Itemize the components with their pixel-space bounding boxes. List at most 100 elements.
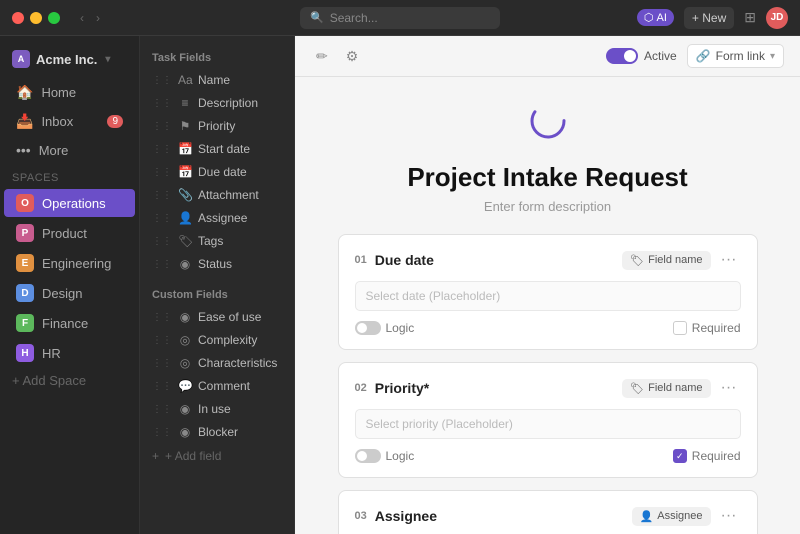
required-check-2[interactable]: ✓ Required — [673, 449, 741, 463]
field-placeholder-2[interactable]: Select priority (Placeholder) — [355, 409, 741, 439]
inbox-badge: 9 — [107, 115, 123, 128]
sidebar-item-hr[interactable]: H HR — [4, 339, 135, 367]
field-comment[interactable]: ⋮⋮ 💬 Comment — [144, 375, 290, 397]
settings-button[interactable]: ⚙ — [341, 45, 364, 68]
form-field-card-3: 03 Assignee 👤 Assignee ··· — [338, 490, 758, 534]
ai-badge: ⬡ AI — [637, 9, 674, 26]
field-ease-of-use[interactable]: ⋮⋮ ◉ Ease of use — [144, 306, 290, 328]
characteristics-icon: ◎ — [178, 356, 192, 370]
spaces-label: Spaces — [0, 164, 139, 188]
content-area: ✏ ⚙ Active 🔗 Form link ▾ — [295, 36, 800, 534]
logic-track-2[interactable] — [355, 449, 381, 463]
task-fields-title: Task Fields — [140, 46, 294, 68]
sidebar-item-operations[interactable]: O Operations — [4, 189, 135, 217]
chevron-down-icon: ▾ — [770, 51, 775, 62]
brand-chevron: ▾ — [105, 54, 110, 65]
required-label-1: Required — [692, 321, 741, 335]
fullscreen-button[interactable] — [48, 12, 60, 24]
logic-toggle-1[interactable]: Logic — [355, 321, 673, 335]
field-tags[interactable]: ⋮⋮ 🏷 Tags — [144, 230, 290, 252]
field-ease-of-use-label: Ease of use — [198, 310, 261, 324]
product-label: Product — [42, 226, 87, 241]
field-priority-label: Priority — [198, 119, 235, 133]
drag-handle: ⋮⋮ — [152, 381, 172, 392]
field-number-3: 03 — [355, 510, 367, 522]
field-assignee[interactable]: ⋮⋮ 👤 Assignee — [144, 207, 290, 229]
main-layout: A Acme Inc. ▾ 🏠 Home 📥 Inbox 9 ••• More … — [0, 36, 800, 534]
field-name-btn-2[interactable]: 🏷 Field name — [622, 379, 710, 398]
field-in-use[interactable]: ⋮⋮ ◉ In use — [144, 398, 290, 420]
sidebar-item-engineering[interactable]: E Engineering — [4, 249, 135, 277]
sidebar-item-inbox[interactable]: 📥 Inbox 9 — [4, 108, 135, 135]
sidebar-item-product[interactable]: P Product — [4, 219, 135, 247]
field-footer-1: Logic Required — [355, 321, 741, 335]
sidebar-item-home[interactable]: 🏠 Home — [4, 79, 135, 106]
edit-button[interactable]: ✏ — [311, 45, 333, 68]
logic-label-2: Logic — [386, 449, 415, 463]
grid-icon[interactable]: ⊞ — [744, 9, 756, 26]
forward-arrow[interactable]: › — [92, 9, 104, 27]
fields-panel: Task Fields ⋮⋮ Aa Name ⋮⋮ ≡ Description … — [140, 36, 295, 534]
add-field-button[interactable]: + + Add field — [144, 445, 290, 467]
field-more-btn-3[interactable]: ··· — [717, 505, 741, 527]
field-complexity[interactable]: ⋮⋮ ◎ Complexity — [144, 329, 290, 351]
form-field-card-2: 02 Priority* 🏷 Field name ··· Select pri… — [338, 362, 758, 478]
field-placeholder-1[interactable]: Select date (Placeholder) — [355, 281, 741, 311]
field-more-btn-1[interactable]: ··· — [717, 249, 741, 271]
status-icon: ◉ — [178, 257, 192, 271]
field-name[interactable]: ⋮⋮ Aa Name — [144, 69, 290, 91]
required-checkbox-2[interactable]: ✓ — [673, 449, 687, 463]
hr-dot: H — [16, 344, 34, 362]
design-label: Design — [42, 286, 82, 301]
field-name-btn-3[interactable]: 👤 Assignee — [632, 507, 711, 526]
field-number-1: 01 — [355, 254, 367, 266]
field-card-header-1: 01 Due date 🏷 Field name ··· — [355, 249, 741, 271]
field-name-btn-icon-3: 👤 — [640, 510, 654, 523]
add-space-button[interactable]: + Add Space — [0, 368, 139, 393]
tags-icon: 🏷 — [178, 234, 192, 248]
form-description: Enter form description — [484, 199, 611, 214]
field-card-header-2: 02 Priority* 🏷 Field name ··· — [355, 377, 741, 399]
field-description[interactable]: ⋮⋮ ≡ Description — [144, 92, 290, 114]
toggle-track[interactable] — [606, 48, 638, 64]
form-title: Project Intake Request — [407, 162, 687, 193]
back-arrow[interactable]: ‹ — [76, 9, 88, 27]
field-start-date[interactable]: ⋮⋮ 📅 Start date — [144, 138, 290, 160]
close-button[interactable] — [12, 12, 24, 24]
sidebar-item-design[interactable]: D Design — [4, 279, 135, 307]
active-toggle[interactable]: Active — [606, 48, 677, 64]
field-due-date[interactable]: ⋮⋮ 📅 Due date — [144, 161, 290, 183]
form-link-button[interactable]: 🔗 Form link ▾ — [687, 44, 784, 68]
brand[interactable]: A Acme Inc. ▾ — [0, 44, 139, 78]
field-blocker[interactable]: ⋮⋮ ◉ Blocker — [144, 421, 290, 443]
settings-icon: ⚙ — [346, 48, 359, 64]
logic-track-1[interactable] — [355, 321, 381, 335]
sidebar-item-finance[interactable]: F Finance — [4, 309, 135, 337]
field-more-btn-2[interactable]: ··· — [717, 377, 741, 399]
logic-toggle-2[interactable]: Logic — [355, 449, 673, 463]
form-field-card-1: 01 Due date 🏷 Field name ··· Select date… — [338, 234, 758, 350]
field-name-btn-1[interactable]: 🏷 Field name — [622, 251, 710, 270]
drag-handle: ⋮⋮ — [152, 75, 172, 86]
finance-label: Finance — [42, 316, 88, 331]
required-check-1[interactable]: Required — [673, 321, 741, 335]
field-priority[interactable]: ⋮⋮ ⚑ Priority — [144, 115, 290, 137]
minimize-button[interactable] — [30, 12, 42, 24]
field-card-header-3: 03 Assignee 👤 Assignee ··· — [355, 505, 741, 527]
form-spinner — [528, 101, 568, 150]
required-checkbox-1[interactable] — [673, 321, 687, 335]
sidebar-item-more[interactable]: ••• More — [4, 137, 135, 163]
comment-icon: 💬 — [178, 379, 192, 393]
more-label: More — [39, 143, 69, 158]
form-link-icon: 🔗 — [696, 49, 711, 63]
field-attachment[interactable]: ⋮⋮ 📎 Attachment — [144, 184, 290, 206]
field-characteristics[interactable]: ⋮⋮ ◎ Characteristics — [144, 352, 290, 374]
add-field-icon: + — [152, 449, 159, 463]
start-date-icon: 📅 — [178, 142, 192, 156]
field-footer-2: Logic ✓ Required — [355, 449, 741, 463]
search-icon: 🔍 — [310, 11, 324, 24]
add-space-label: + Add Space — [12, 373, 86, 388]
search-bar[interactable]: 🔍 Search... — [300, 7, 500, 29]
new-button[interactable]: + New — [684, 7, 734, 29]
field-status[interactable]: ⋮⋮ ◉ Status — [144, 253, 290, 275]
